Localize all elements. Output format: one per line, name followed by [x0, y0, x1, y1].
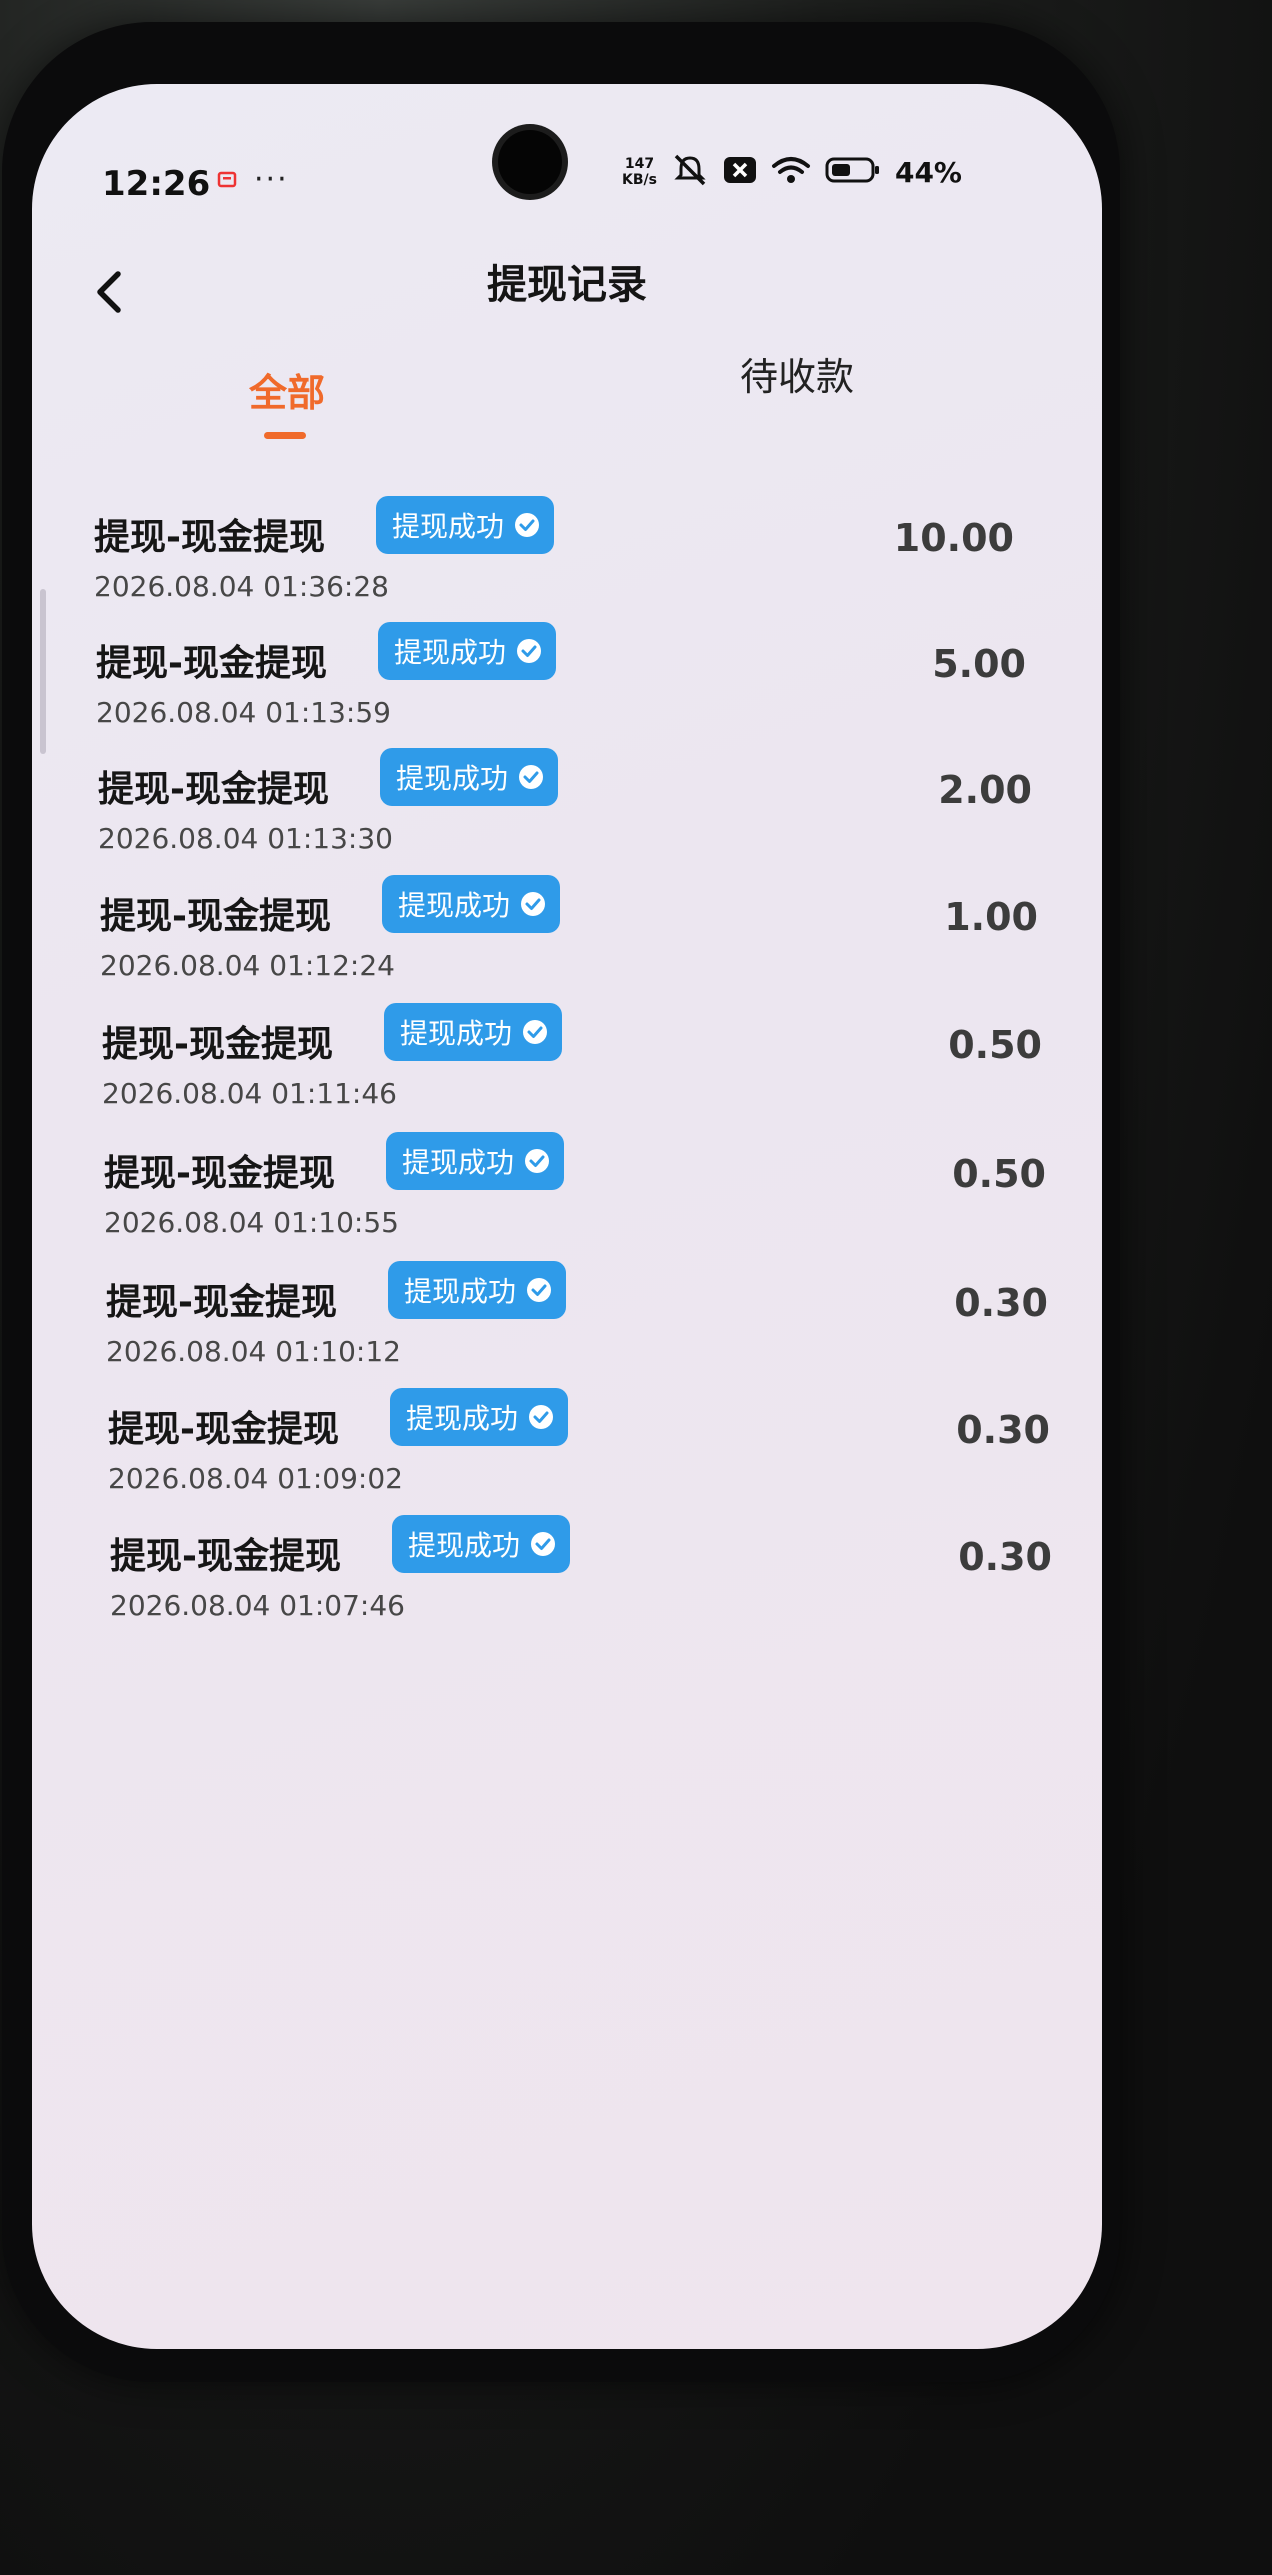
record-time: 2026.08.04 01:09:02 [108, 1462, 403, 1495]
sim-x-icon [723, 155, 757, 189]
list-item[interactable]: 提现-现金提现 提现成功 2026.08.04 01:36:28 10.00 [94, 496, 1102, 628]
record-amount: 0.50 [948, 1023, 1042, 1067]
record-title: 提现-现金提现 [94, 517, 325, 558]
status-badge: 提现成功 [392, 1515, 571, 1573]
status-badge-label: 提现成功 [398, 889, 511, 922]
check-circle-icon [520, 891, 546, 917]
status-badge: 提现成功 [378, 622, 557, 680]
scrollbar[interactable] [40, 589, 46, 754]
record-title: 提现-现金提现 [100, 896, 331, 937]
network-speed-value: 147 [624, 156, 655, 172]
mute-icon [671, 153, 709, 191]
record-time: 2026.08.04 01:10:55 [104, 1206, 399, 1239]
record-amount: 1.00 [944, 895, 1038, 939]
list-item[interactable]: 提现-现金提现 提现成功 2026.08.04 01:10:12 0.30 [106, 1261, 1102, 1393]
status-badge: 提现成功 [390, 1388, 569, 1446]
tab-all[interactable]: 全部 [237, 362, 337, 417]
status-badge-label: 提现成功 [406, 1402, 519, 1435]
check-circle-icon [530, 1531, 556, 1557]
record-amount: 10.00 [893, 516, 1014, 560]
record-amount: 0.50 [952, 1152, 1046, 1196]
phone-frame: 12:26 ··· 147 KB/s 44% 提现记录 全部 待收款 提现-现金… [2, 22, 1120, 2382]
check-circle-icon [518, 764, 544, 790]
record-time: 2026.08.04 01:13:59 [96, 696, 391, 729]
tab-pending[interactable]: 待收款 [717, 346, 877, 401]
status-badge-label: 提现成功 [404, 1275, 517, 1308]
record-time: 2026.08.04 01:13:30 [98, 822, 393, 855]
record-title: 提现-现金提现 [108, 1409, 339, 1450]
list-item[interactable]: 提现-现金提现 提现成功 2026.08.04 01:07:46 0.30 [110, 1515, 1102, 1647]
status-badge: 提现成功 [380, 748, 559, 806]
record-time: 2026.08.04 01:07:46 [110, 1589, 405, 1622]
record-amount: 0.30 [958, 1535, 1052, 1579]
record-amount: 2.00 [938, 768, 1032, 812]
check-circle-icon [528, 1404, 554, 1430]
phone-screen: 12:26 ··· 147 KB/s 44% 提现记录 全部 待收款 提现-现金… [32, 84, 1102, 2349]
record-time: 2026.08.04 01:12:24 [100, 949, 395, 982]
status-badge: 提现成功 [388, 1261, 567, 1319]
check-circle-icon [514, 512, 540, 538]
network-speed-unit: KB/s [622, 172, 657, 188]
status-badge: 提现成功 [386, 1132, 565, 1190]
battery-percentage: 44% [894, 155, 962, 189]
status-badge: 提现成功 [382, 875, 561, 933]
status-badge-label: 提现成功 [392, 510, 505, 543]
list-item[interactable]: 提现-现金提现 提现成功 2026.08.04 01:13:30 2.00 [98, 748, 1102, 880]
status-badge: 提现成功 [384, 1003, 563, 1061]
front-camera [498, 130, 562, 194]
wifi-icon [771, 155, 811, 189]
check-circle-icon [524, 1148, 550, 1174]
list-item[interactable]: 提现-现金提现 提现成功 2026.08.04 01:09:02 0.30 [108, 1388, 1102, 1520]
record-title: 提现-现金提现 [104, 1153, 335, 1194]
network-speed: 147 KB/s [622, 156, 657, 188]
record-title: 提现-现金提现 [106, 1282, 337, 1323]
status-badge-label: 提现成功 [394, 636, 507, 669]
record-amount: 5.00 [932, 642, 1026, 686]
status-badge-label: 提现成功 [402, 1146, 515, 1179]
status-icons: 147 KB/s 44% [622, 142, 962, 202]
record-time: 2026.08.04 01:36:28 [94, 570, 389, 603]
message-icon [217, 170, 237, 190]
record-title: 提现-现金提现 [102, 1024, 333, 1065]
record-title: 提现-现金提现 [98, 769, 329, 810]
check-circle-icon [522, 1019, 548, 1045]
record-title: 提现-现金提现 [110, 1536, 341, 1577]
record-time: 2026.08.04 01:11:46 [102, 1077, 397, 1110]
status-badge: 提现成功 [376, 496, 555, 554]
status-badge-label: 提现成功 [400, 1017, 513, 1050]
status-badge-label: 提现成功 [408, 1529, 521, 1562]
check-circle-icon [526, 1277, 552, 1303]
status-more-dots: ··· [254, 162, 289, 197]
check-circle-icon [516, 638, 542, 664]
list-item[interactable]: 提现-现金提现 提现成功 2026.08.04 01:10:55 0.50 [104, 1132, 1102, 1264]
record-amount: 0.30 [954, 1281, 1048, 1325]
status-time: 12:26 [102, 164, 211, 204]
list-item[interactable]: 提现-现金提现 提现成功 2026.08.04 01:13:59 5.00 [96, 622, 1102, 754]
battery-icon [825, 156, 881, 188]
list-item[interactable]: 提现-现金提现 提现成功 2026.08.04 01:12:24 1.00 [100, 875, 1102, 1007]
active-tab-indicator [264, 432, 306, 439]
record-title: 提现-现金提现 [96, 643, 327, 684]
list-item[interactable]: 提现-现金提现 提现成功 2026.08.04 01:11:46 0.50 [102, 1003, 1102, 1135]
page-title: 提现记录 [487, 262, 647, 308]
record-time: 2026.08.04 01:10:12 [106, 1335, 401, 1368]
status-badge-label: 提现成功 [396, 762, 509, 795]
record-amount: 0.30 [956, 1408, 1050, 1452]
